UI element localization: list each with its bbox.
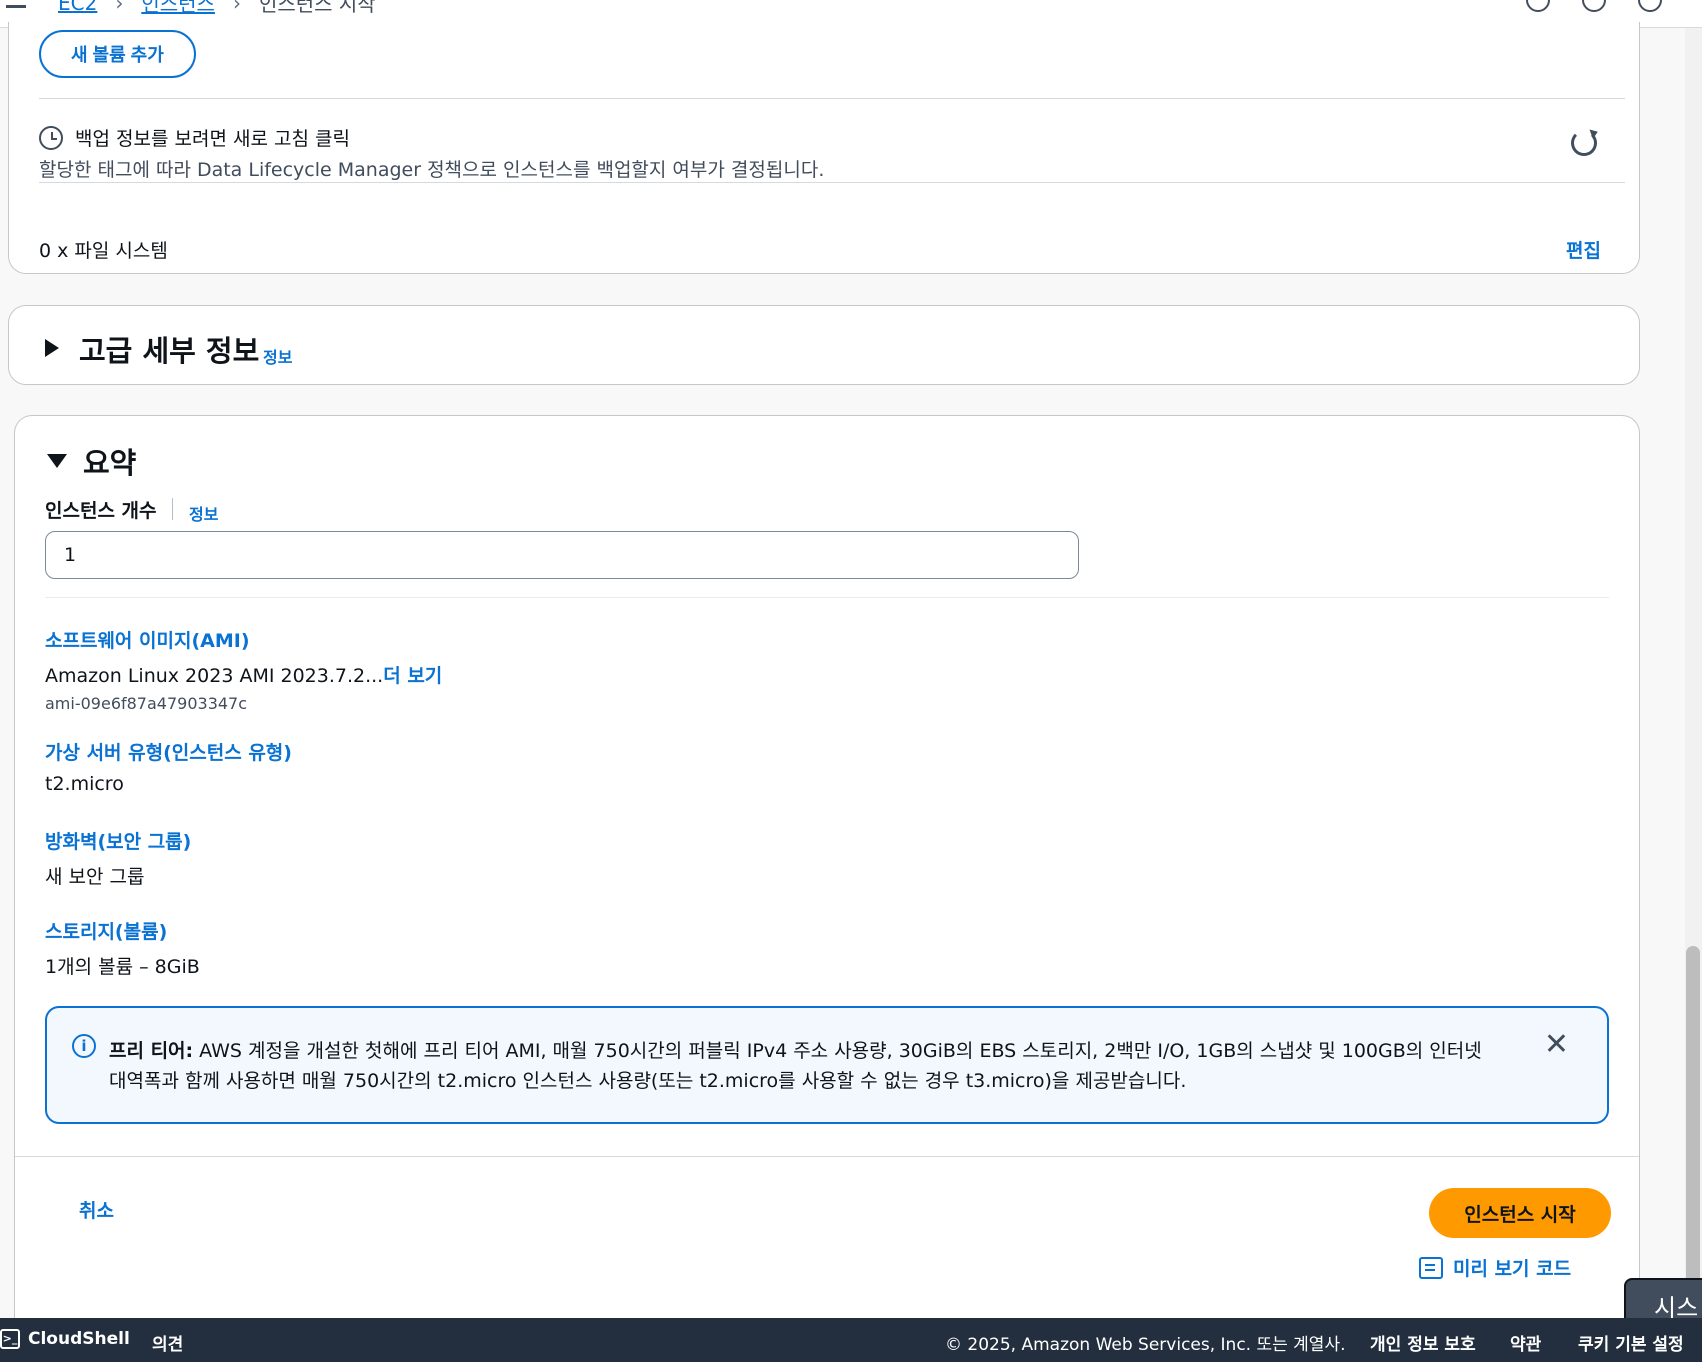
panel-icon[interactable] [1638, 0, 1662, 12]
ami-value: Amazon Linux 2023 AMI 2023.7.2...더 보기 [45, 661, 442, 688]
instance-count-info-link[interactable]: 정보 [189, 501, 218, 525]
refresh-icon[interactable] [1571, 130, 1597, 156]
privacy-link[interactable]: 개인 정보 보호 [1370, 1330, 1476, 1355]
storage-section: 스토리지(볼륨) 1개의 볼륨 – 8GiB [45, 917, 200, 979]
terminal-icon: >_ [0, 1329, 20, 1349]
info-icon: i [72, 1034, 96, 1058]
add-volume-button[interactable]: 새 볼륨 추가 [39, 30, 196, 78]
terms-link[interactable]: 약관 [1510, 1330, 1541, 1355]
free-tier-description: AWS 계정을 개설한 첫해에 프리 티어 AMI, 매월 750시간의 퍼블릭… [109, 1040, 1482, 1092]
advanced-details-panel[interactable]: 고급 세부 정보 정보 [8, 305, 1640, 385]
summary-panel: 요약 인스턴스 개수 정보 소프트웨어 이미지(AMI) Amazon Linu… [14, 415, 1640, 1318]
firewall-link[interactable]: 방화벽(보안 그룹) [45, 827, 191, 854]
copyright: © 2025, Amazon Web Services, Inc. 또는 계열사… [945, 1335, 1346, 1355]
divider [39, 182, 1625, 183]
settings-icon[interactable] [1582, 0, 1606, 12]
divider [45, 597, 1609, 598]
clock-icon [39, 126, 63, 150]
backup-description: 할당한 태그에 따라 Data Lifecycle Manager 정책으로 인… [39, 159, 825, 181]
feedback-link[interactable]: 의견 [152, 1330, 183, 1355]
storage-link[interactable]: 스토리지(볼륨) [45, 917, 200, 944]
backup-title: 백업 정보를 보려면 새로 고침 클릭 [75, 128, 350, 150]
ami-more-link[interactable]: 더 보기 [383, 665, 442, 687]
preview-code-label: 미리 보기 코드 [1453, 1258, 1572, 1280]
separator [172, 498, 173, 520]
instance-type-link[interactable]: 가상 서버 유형(인스턴스 유형) [45, 738, 292, 765]
instance-count-input[interactable] [45, 531, 1079, 579]
free-tier-text: 프리 티어: AWS 계정을 개설한 첫해에 프리 티어 AMI, 매월 750… [109, 1036, 1499, 1096]
breadcrumb-current: 인스턴스 시작 [258, 0, 376, 16]
preview-code-button[interactable]: 미리 보기 코드 [1419, 1254, 1571, 1281]
storage-value: 1개의 볼륨 – 8GiB [45, 956, 200, 978]
chevron-right-icon: › [232, 0, 241, 15]
close-icon[interactable]: ✕ [1544, 1030, 1569, 1060]
breadcrumb: EC2 › 인스턴스 › 인스턴스 시작 [58, 0, 376, 17]
launch-instance-button[interactable]: 인스턴스 시작 [1429, 1188, 1611, 1238]
divider [15, 1156, 1639, 1157]
menu-icon[interactable] [6, 0, 26, 8]
summary-title[interactable]: 요약 [83, 440, 136, 482]
advanced-details-info-link[interactable]: 정보 [263, 344, 292, 368]
firewall-section: 방화벽(보안 그룹) 새 보안 그룹 [45, 827, 191, 889]
instance-count-label: 인스턴스 개수 [45, 500, 157, 522]
footer: >_ CloudShell 의견 © 2025, Amazon Web Serv… [0, 1318, 1702, 1362]
chevron-right-icon: › [115, 0, 124, 15]
file-systems-label: 0 x 파일 시스템 [39, 240, 168, 262]
caret-down-icon[interactable] [47, 454, 67, 468]
divider [39, 98, 1625, 99]
cloudshell-button[interactable]: >_ CloudShell [0, 1329, 130, 1349]
cookie-preferences-link[interactable]: 쿠키 기본 설정 [1578, 1330, 1684, 1355]
breadcrumb-ec2[interactable]: EC2 [58, 0, 97, 15]
ami-id: ami-09e6f87a47903347c [45, 694, 248, 713]
free-tier-alert: i 프리 티어: AWS 계정을 개설한 첫해에 프리 티어 AMI, 매월 7… [45, 1006, 1609, 1124]
breadcrumb-instances[interactable]: 인스턴스 [141, 0, 215, 17]
advanced-details-title[interactable]: 고급 세부 정보 [79, 328, 259, 370]
ami-section: 소프트웨어 이미지(AMI) Amazon Linux 2023 AMI 202… [45, 626, 442, 713]
ami-name: Amazon Linux 2023 AMI 2023.7.2... [45, 665, 384, 687]
cloudshell-label: CloudShell [28, 1329, 130, 1349]
instance-type-value: t2.micro [45, 773, 124, 795]
info-icon[interactable] [1526, 0, 1550, 12]
caret-right-icon[interactable] [45, 339, 59, 357]
cancel-button[interactable]: 취소 [79, 1196, 114, 1223]
storage-panel: 새 볼륨 추가 백업 정보를 보려면 새로 고침 클릭 할당한 태그에 따라 D… [8, 22, 1640, 274]
file-systems-edit-link[interactable]: 편집 [1566, 236, 1601, 263]
code-preview-icon [1419, 1256, 1443, 1279]
scrollbar-thumb[interactable] [1686, 946, 1700, 1286]
instance-type-section: 가상 서버 유형(인스턴스 유형) t2.micro [45, 738, 292, 795]
free-tier-label: 프리 티어: [109, 1040, 194, 1062]
firewall-value: 새 보안 그룹 [45, 866, 145, 888]
ami-link[interactable]: 소프트웨어 이미지(AMI) [45, 626, 442, 653]
